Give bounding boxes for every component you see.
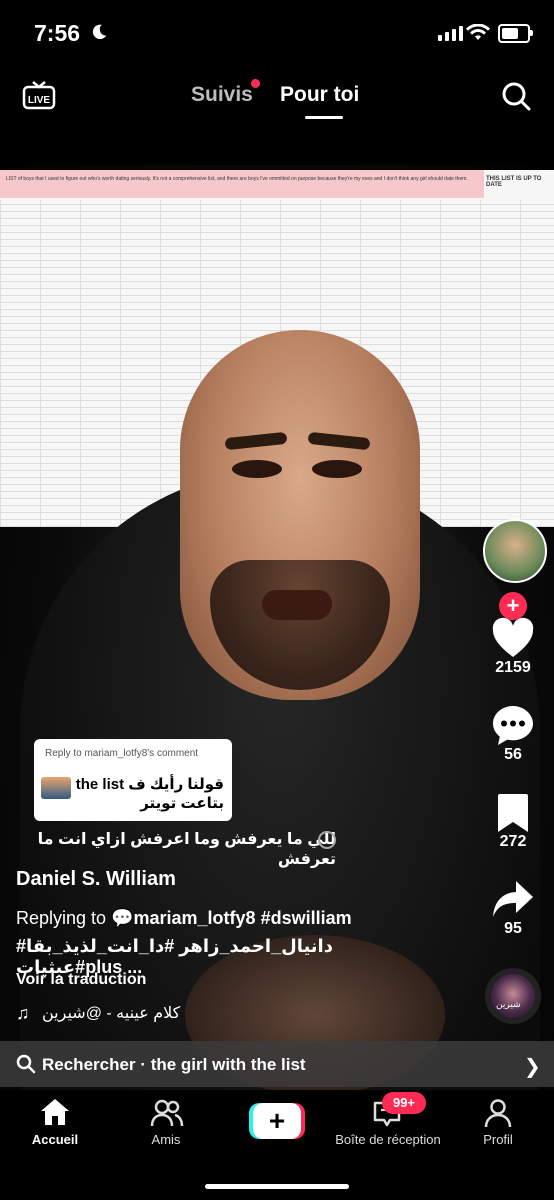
signal-icon	[438, 26, 463, 41]
caption-sticker-icon	[318, 831, 336, 849]
nav-home[interactable]: Accueil	[0, 1132, 115, 1147]
search-query: the girl with the list	[150, 1055, 306, 1074]
sheet-right-header: THIS LIST IS UP TO DATE	[486, 176, 542, 188]
reply-bubble-icon: 💬	[111, 908, 134, 928]
follow-button[interactable]: +	[499, 592, 527, 620]
wifi-icon	[466, 24, 490, 40]
author-name[interactable]: Daniel S. William	[16, 868, 176, 891]
nav-profile[interactable]: Profil	[438, 1132, 554, 1147]
battery-icon	[498, 24, 533, 43]
comment-count: 56	[504, 746, 522, 763]
notification-dot	[251, 79, 260, 88]
tab-for-you[interactable]: Pour toi	[280, 83, 359, 107]
status-time: 7:56	[34, 20, 81, 46]
save-count: 272	[499, 833, 527, 850]
reply-avatar	[41, 777, 71, 799]
reply-card-header: Reply to mariam_lotfy8's comment	[45, 748, 199, 759]
plus-icon: +	[253, 1103, 301, 1139]
person-mouth	[262, 590, 332, 620]
music-disc[interactable]	[485, 968, 541, 1024]
home-icon[interactable]	[39, 1097, 71, 1127]
nav-inbox[interactable]: Boîte de réception	[327, 1132, 449, 1147]
eye-right	[312, 460, 362, 478]
related-search-text[interactable]: Rechercher · the girl with the list	[42, 1055, 306, 1075]
sound-name[interactable]: كلام عينيه - @شيرين	[42, 1003, 180, 1023]
reply-card-text: قولنا رأيك ف the list بتاعت تويتر	[75, 776, 224, 812]
nav-friends[interactable]: Amis	[106, 1132, 226, 1147]
see-translation-link[interactable]: Voir la traduction	[16, 971, 146, 989]
comment-icon[interactable]	[491, 703, 535, 747]
music-disc-label: شيرين	[496, 1000, 521, 1010]
friends-icon[interactable]	[150, 1098, 184, 1128]
svg-text:LIVE: LIVE	[28, 95, 51, 106]
sheet-banner	[0, 170, 484, 198]
search-separator: ·	[140, 1055, 146, 1074]
sheet-banner-text: LIST of boys that I used to figure out w…	[6, 176, 468, 182]
hashtag-dswilliam[interactable]: #dswilliam	[261, 908, 352, 928]
tab-following[interactable]: Suivis	[191, 83, 253, 107]
create-button[interactable]: +	[249, 1103, 305, 1139]
share-count: 95	[504, 920, 522, 937]
replying-line: Replying to 💬mariam_lotfy8 #dswilliam	[16, 908, 352, 929]
replying-user[interactable]: mariam_lotfy8	[134, 908, 256, 928]
chevron-right-icon[interactable]: ❯	[524, 1054, 541, 1079]
search-icon	[16, 1054, 36, 1074]
music-note-icon: ♫	[16, 1003, 30, 1023]
inbox-badge: 99+	[382, 1092, 426, 1114]
home-indicator	[205, 1184, 349, 1189]
eye-left	[232, 460, 282, 478]
creator-avatar[interactable]	[483, 519, 547, 583]
heart-icon[interactable]	[491, 617, 535, 661]
moon-icon	[92, 24, 107, 40]
replying-prefix: Replying to	[16, 908, 107, 928]
bookmark-icon[interactable]	[491, 791, 535, 835]
search-icon[interactable]	[500, 80, 532, 112]
search-prefix: Rechercher	[42, 1055, 136, 1074]
like-count: 2159	[495, 659, 531, 676]
live-icon[interactable]: LIVE	[22, 80, 56, 110]
active-tab-indicator	[305, 116, 343, 119]
video-caption-arabic: للي ما يعرفش وما اعرفش ازاي انت ما تعرفش	[37, 831, 336, 868]
profile-icon[interactable]	[484, 1098, 512, 1128]
share-icon[interactable]	[491, 877, 535, 921]
